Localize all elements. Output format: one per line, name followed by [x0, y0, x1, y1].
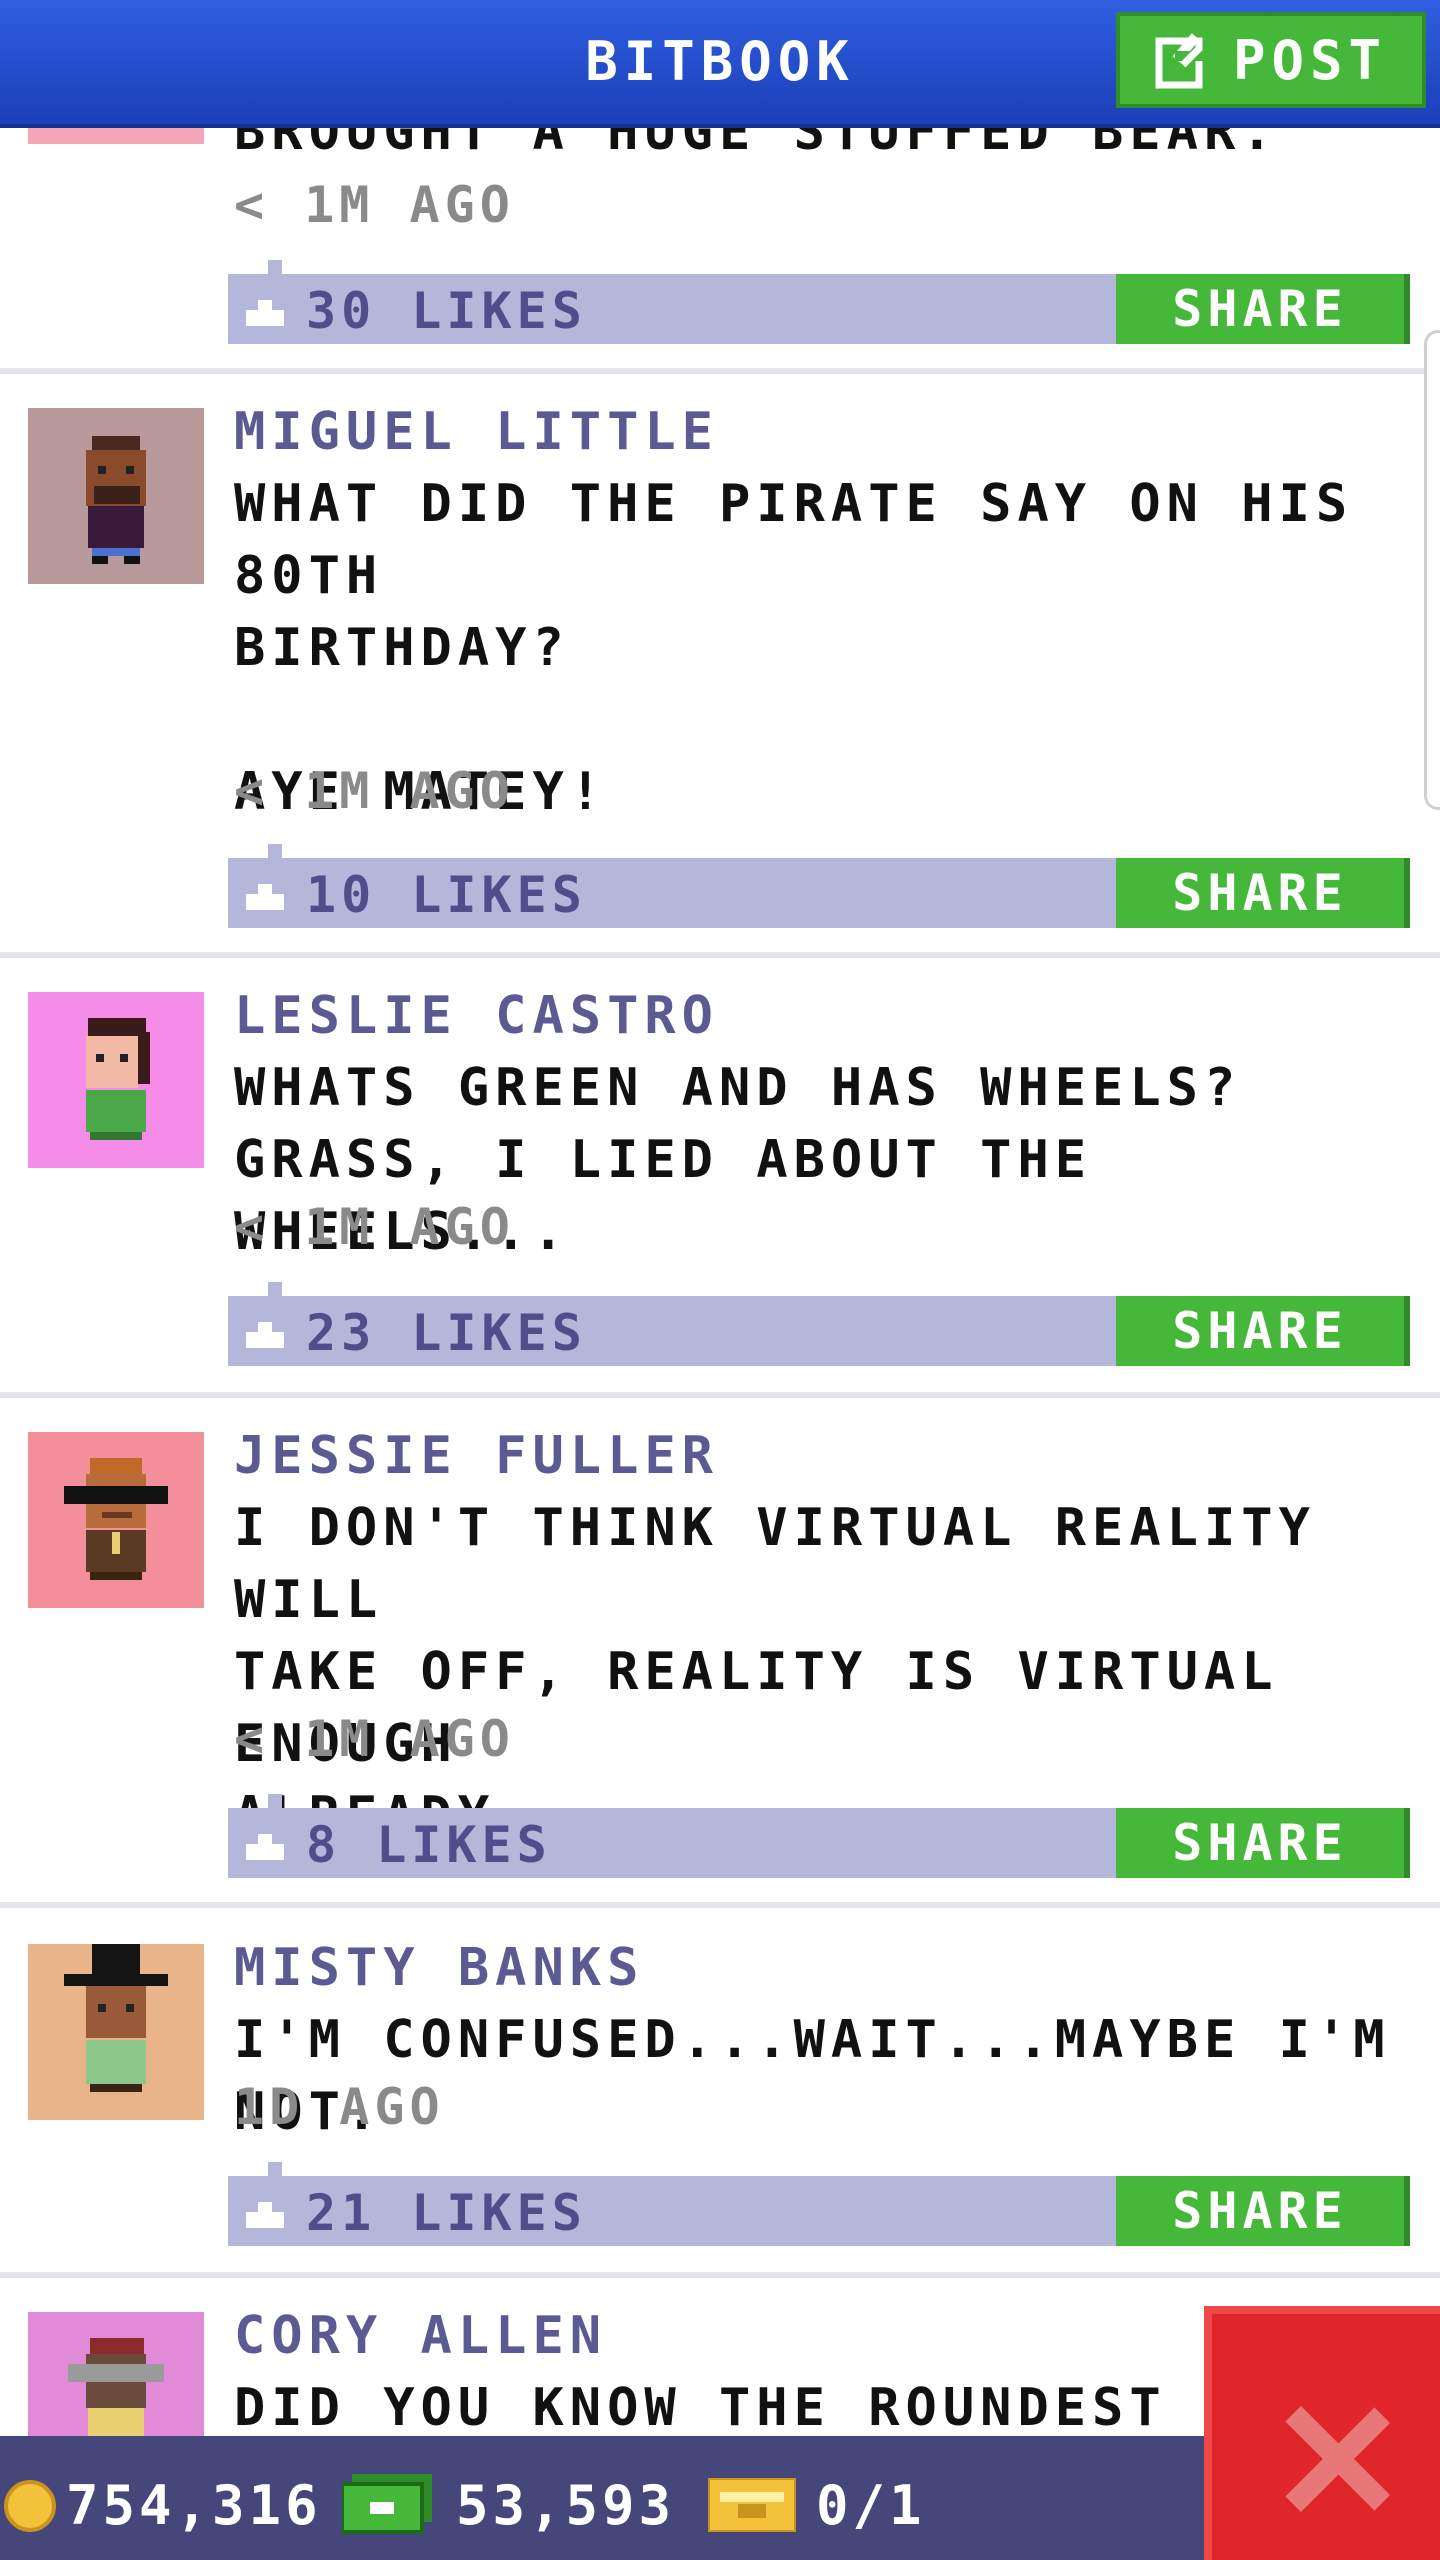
like-bar-notch — [268, 260, 282, 274]
thumbs-up-icon[interactable] — [246, 2198, 284, 2228]
thumbs-up-icon[interactable] — [246, 296, 284, 326]
cash-balance: 53,593 — [456, 2474, 676, 2537]
top-bar: BITBOOK POST — [0, 0, 1440, 124]
share-button[interactable]: SHARE — [1116, 1808, 1410, 1878]
post-author[interactable]: MIGUEL LITTLE — [234, 402, 719, 462]
ticket-count: 0/1 — [816, 2474, 926, 2537]
post-timestamp: < 1M AGO — [234, 1710, 515, 1768]
post-timestamp: < 1M AGO — [234, 762, 515, 820]
thumbs-up-icon[interactable] — [246, 1830, 284, 1860]
compose-icon — [1155, 33, 1203, 89]
pixel-character-icon — [64, 1458, 168, 1580]
post-button[interactable]: POST — [1116, 12, 1426, 108]
like-count: 21 LIKES — [306, 2184, 587, 2242]
like-count: 23 LIKES — [306, 1304, 587, 1362]
post-divider — [0, 2272, 1440, 2278]
coin-balance: 754,316 — [66, 2474, 322, 2537]
like-bar: 8 LIKES SHARE — [228, 1794, 1410, 1878]
post-author[interactable]: JESSIE FULLER — [234, 1426, 719, 1486]
thumbs-up-icon[interactable] — [246, 880, 284, 910]
post-author[interactable]: MISTY BANKS — [234, 1938, 644, 1998]
post-divider — [0, 952, 1440, 958]
like-bar-notch — [268, 1794, 282, 1808]
post-divider — [0, 368, 1440, 374]
pixel-character-icon — [86, 436, 146, 564]
like-bar: 30 LIKES SHARE — [228, 260, 1410, 344]
like-bar: 21 LIKES SHARE — [228, 2162, 1410, 2246]
close-icon — [1285, 2405, 1391, 2513]
cash-icon — [342, 2474, 432, 2534]
close-button[interactable] — [1204, 2306, 1440, 2560]
thumbs-up-icon[interactable] — [246, 1318, 284, 1348]
scrollbar[interactable] — [1424, 330, 1440, 810]
post-divider — [0, 1392, 1440, 1398]
pixel-character-icon — [64, 1944, 168, 2092]
post-timestamp: 1D AGO — [234, 2078, 445, 2136]
user-avatar[interactable] — [28, 1944, 204, 2120]
coin-icon — [4, 2480, 56, 2532]
post-timestamp: < 1M AGO — [234, 176, 515, 234]
user-avatar[interactable] — [28, 1432, 204, 1608]
post-divider — [0, 1902, 1440, 1908]
like-bar: 10 LIKES SHARE — [228, 844, 1410, 928]
share-button[interactable]: SHARE — [1116, 274, 1410, 344]
share-button[interactable]: SHARE — [1116, 1296, 1410, 1366]
like-bar-notch — [268, 2162, 282, 2176]
like-count: 30 LIKES — [306, 282, 587, 340]
post-button-label: POST — [1232, 28, 1388, 92]
post-timestamp: < 1M AGO — [234, 1198, 515, 1256]
user-avatar[interactable] — [28, 992, 204, 1168]
like-count: 10 LIKES — [306, 866, 587, 924]
post-text: I DON'T THINK VIRTUAL REALITY WILL TAKE … — [234, 1498, 1316, 1846]
like-bar-notch — [268, 844, 282, 858]
like-count: 8 LIKES — [306, 1816, 552, 1874]
ticket-icon — [708, 2478, 796, 2532]
like-bar: 23 LIKES SHARE — [228, 1282, 1410, 1366]
post-author[interactable]: LESLIE CASTRO — [234, 986, 719, 1046]
pixel-character-icon — [86, 1018, 150, 1140]
share-button[interactable]: SHARE — [1116, 858, 1410, 928]
user-avatar[interactable] — [28, 408, 204, 584]
share-button[interactable]: SHARE — [1116, 2176, 1410, 2246]
like-bar-notch — [268, 1282, 282, 1296]
post-author[interactable]: CORY ALLEN — [234, 2306, 607, 2366]
